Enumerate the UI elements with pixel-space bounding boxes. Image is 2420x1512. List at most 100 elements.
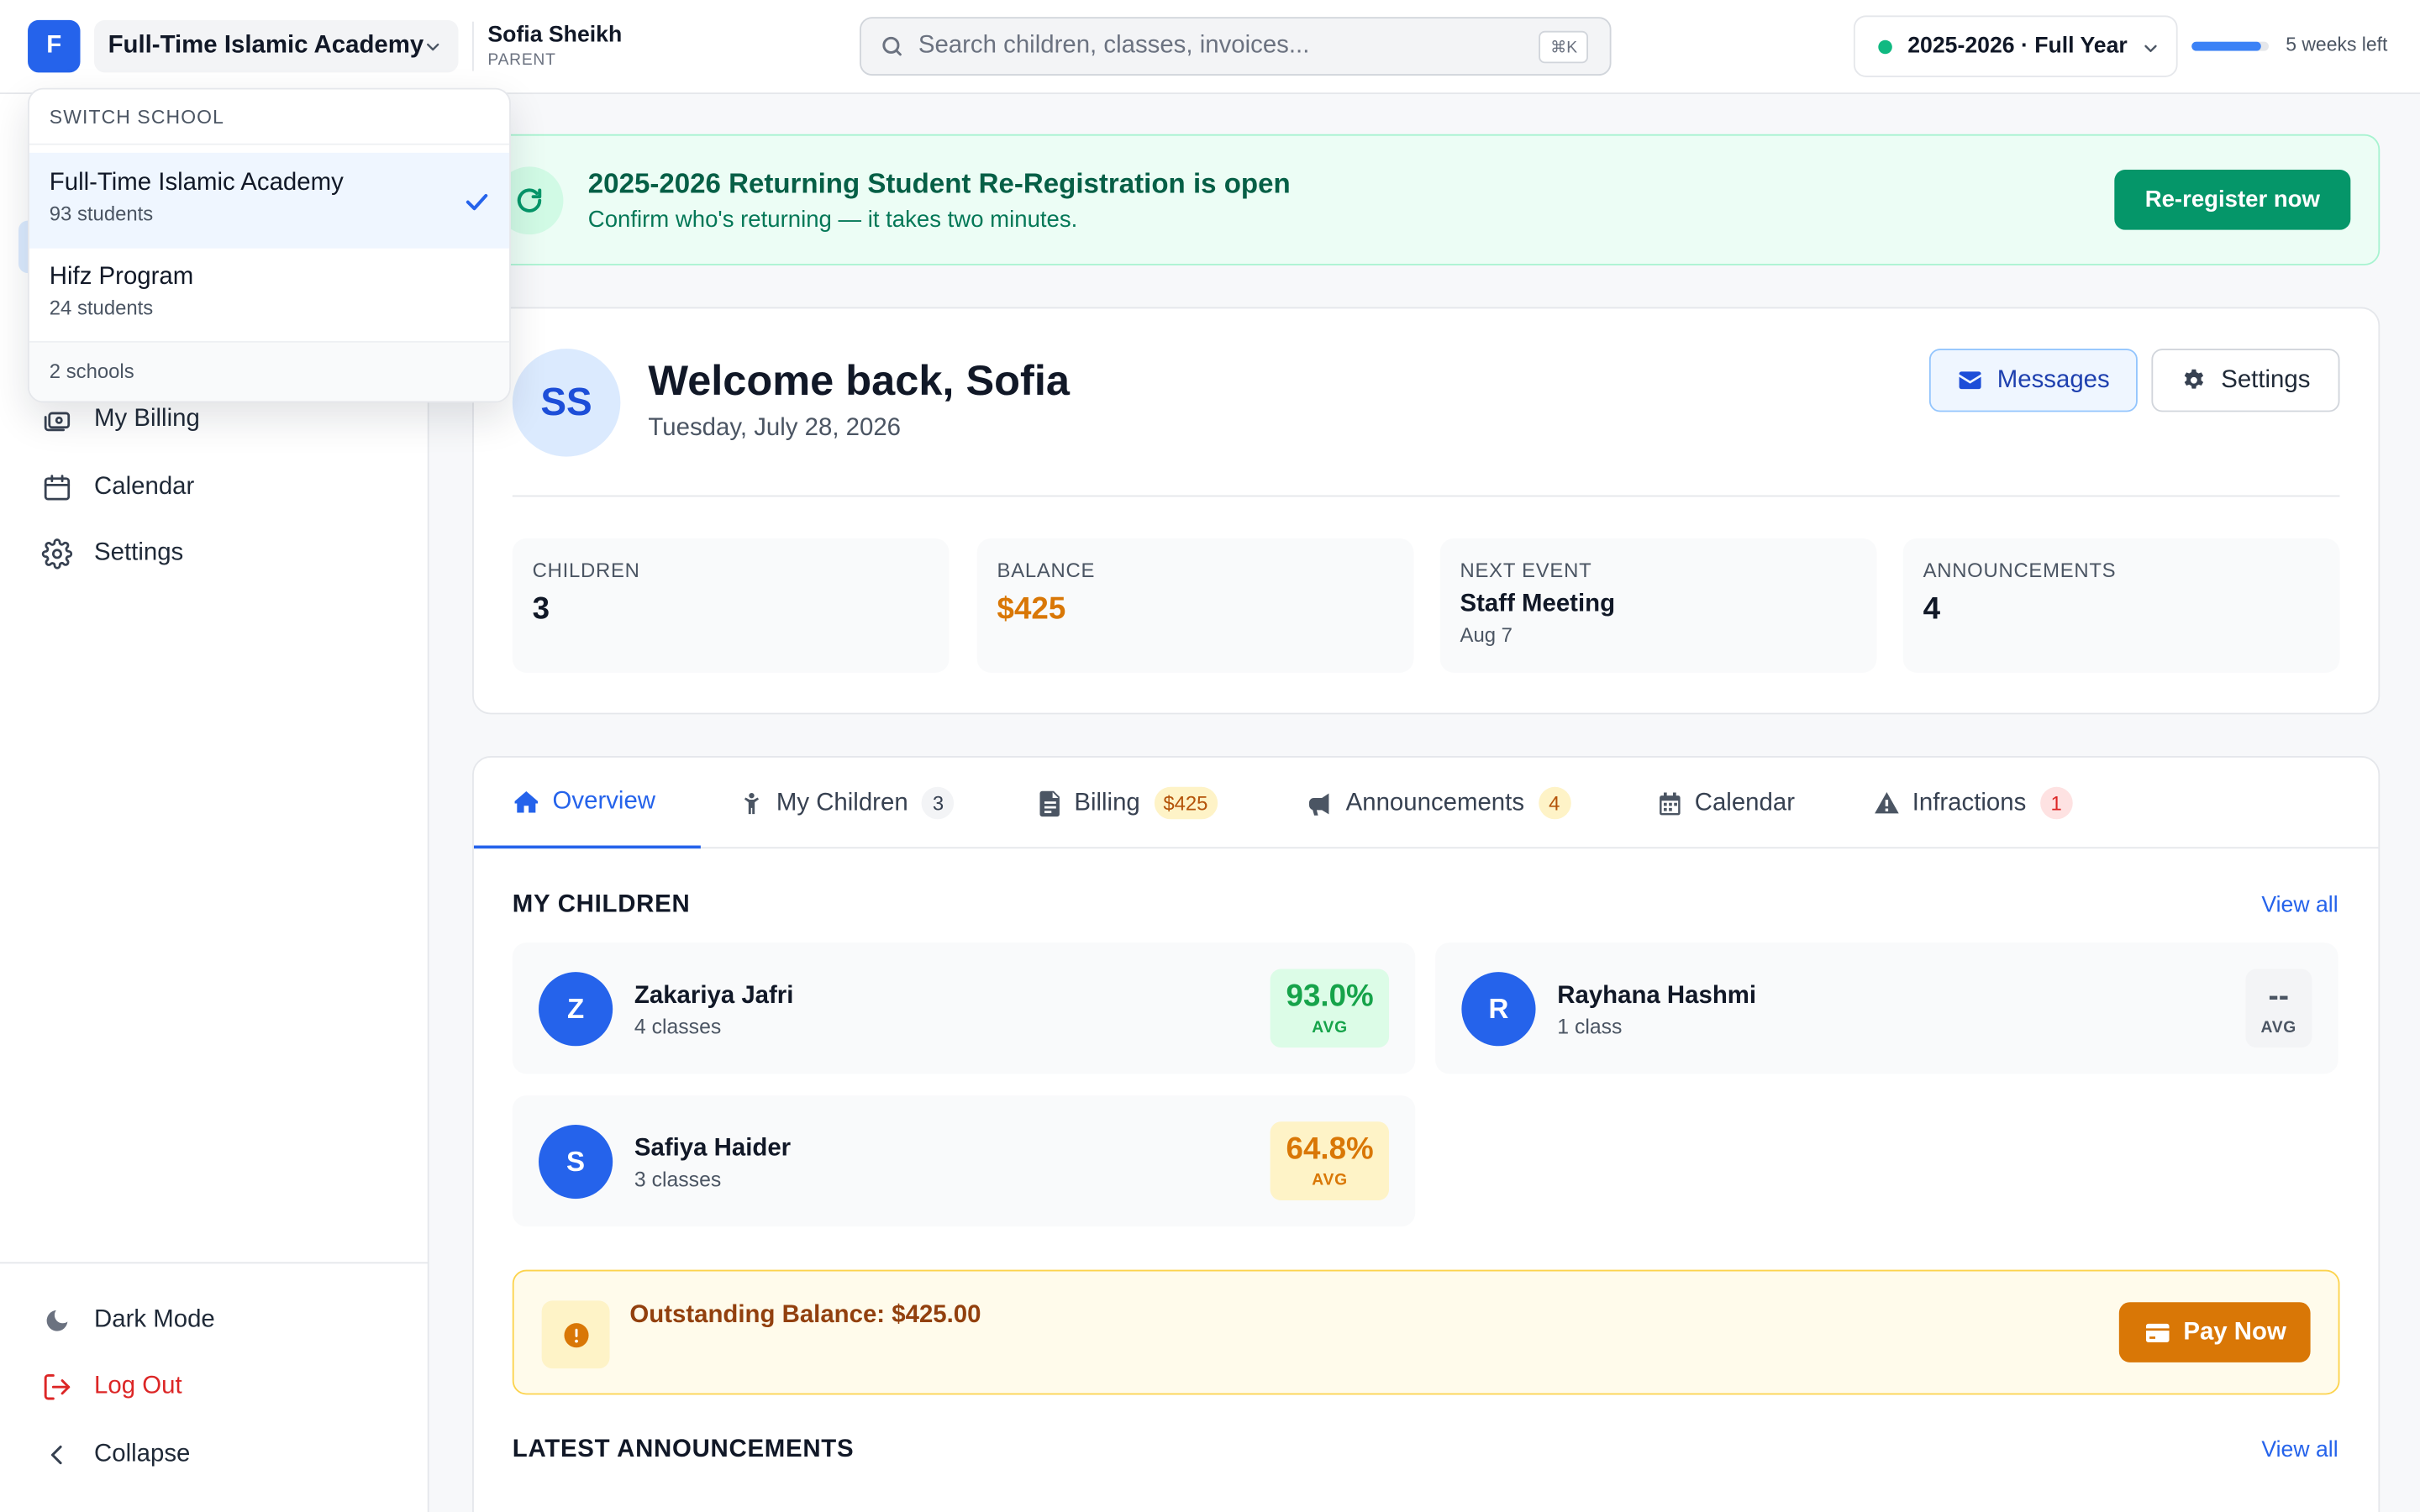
tab-label: My Children xyxy=(776,789,908,816)
user-name: Sofia Sheikh xyxy=(487,23,623,48)
user-role: PARENT xyxy=(487,50,556,70)
current-date: Tuesday, July 28, 2026 xyxy=(648,415,902,442)
average-value: -- xyxy=(2268,979,2289,1014)
tab-infractions[interactable]: Infractions 1 xyxy=(1874,758,2073,848)
view-all-children-link[interactable]: View all xyxy=(2261,893,2338,917)
school-option-count: 93 students xyxy=(49,202,154,226)
chevron-down-icon xyxy=(2144,45,2157,53)
chevron-left-icon xyxy=(42,1440,73,1471)
tab-calendar[interactable]: Calendar xyxy=(1658,758,1795,848)
avatar: R xyxy=(1461,972,1536,1047)
child-icon xyxy=(744,792,760,814)
megaphone-icon xyxy=(1309,792,1329,815)
invoice-icon xyxy=(1039,790,1060,816)
tab-my-children[interactable]: My Children 3 xyxy=(739,758,955,848)
tab-label: Billing xyxy=(1074,789,1140,816)
average-label: AVG xyxy=(2260,1018,2297,1037)
stat-next-event[interactable]: NEXT EVENT Staff Meeting Aug 7 xyxy=(1439,538,1877,673)
menu-heading: SWITCH SCHOOL xyxy=(49,106,225,129)
warning-icon xyxy=(1875,792,1899,814)
stat-label: ANNOUNCEMENTS xyxy=(1923,558,2117,582)
banner-title: 2025-2026 Returning Student Re-Registrat… xyxy=(587,168,1291,199)
view-all-announcements-link[interactable]: View all xyxy=(2261,1438,2338,1462)
logout-icon xyxy=(42,1372,73,1403)
app-root: F Full-Time Islamic Academy Sofia Sheikh… xyxy=(0,0,2420,1512)
welcome-card: SS Welcome back, Sofia Tuesday, July 28,… xyxy=(472,307,2381,715)
average-badge: 93.0% AVG xyxy=(1270,969,1390,1048)
sidebar-item-settings[interactable]: Settings xyxy=(22,523,408,585)
term-progress-fill xyxy=(2191,41,2261,51)
child-card[interactable]: Z Zakariya Jafri 4 classes 93.0% AVG xyxy=(512,942,1416,1074)
section-title-announcements: LATEST ANNOUNCEMENTS xyxy=(512,1436,855,1463)
tab-badge: $425 xyxy=(1154,786,1218,820)
sidebar-item-calendar[interactable]: Calendar xyxy=(22,457,408,518)
messages-button[interactable]: Messages xyxy=(1928,349,2138,412)
average-label: AVG xyxy=(1312,1018,1348,1037)
stat-value: 4 xyxy=(1923,592,1940,627)
tab-label: Infractions xyxy=(1912,789,2027,816)
pay-now-label: Pay Now xyxy=(2183,1318,2286,1345)
stat-label: BALANCE xyxy=(997,558,1096,582)
tab-bar: Overview My Children 3 Billing $425 Anno… xyxy=(473,758,2379,849)
divider xyxy=(0,1262,429,1264)
alert-icon xyxy=(541,1300,610,1369)
dark-mode-toggle[interactable]: Dark Mode xyxy=(22,1290,408,1352)
school-switcher-menu: SWITCH SCHOOL Full-Time Islamic Academy … xyxy=(28,87,511,403)
stat-children[interactable]: CHILDREN 3 xyxy=(512,538,950,673)
school-option-count: 24 students xyxy=(49,296,154,320)
stat-label: NEXT EVENT xyxy=(1460,558,1592,582)
school-name: Full-Time Islamic Academy xyxy=(108,32,424,59)
divider xyxy=(29,143,510,145)
average-value: 64.8% xyxy=(1286,1132,1374,1167)
sidebar-item-label: Settings xyxy=(94,539,184,567)
child-card[interactable]: S Safiya Haider 3 classes 64.8% AVG xyxy=(512,1095,1416,1227)
logout-button[interactable]: Log Out xyxy=(22,1356,408,1417)
school-option[interactable]: Hifz Program 24 students xyxy=(29,247,509,343)
school-logo[interactable]: F xyxy=(28,19,81,73)
settings-label: Settings xyxy=(2221,366,2311,393)
academic-year-selector[interactable]: 2025-2026 · Full Year xyxy=(1853,15,2178,77)
school-option-selected[interactable]: Full-Time Islamic Academy 93 students xyxy=(29,152,510,249)
pay-now-button[interactable]: Pay Now xyxy=(2118,1302,2311,1362)
stat-value: 3 xyxy=(532,592,550,627)
child-card[interactable]: R Rayhana Hashmi 1 class -- AVG xyxy=(1435,942,2338,1074)
search-bar[interactable]: ⌘K xyxy=(860,17,1612,76)
term-progress-bar xyxy=(2191,41,2269,51)
calendar-icon xyxy=(42,472,73,503)
settings-button[interactable]: Settings xyxy=(2151,349,2340,412)
avatar: SS xyxy=(512,349,621,457)
average-badge: 64.8% AVG xyxy=(1270,1121,1390,1200)
status-dot xyxy=(1878,39,1892,54)
child-name: Safiya Haider xyxy=(634,1135,792,1163)
envelope-icon xyxy=(1959,371,1981,390)
tab-overview[interactable]: Overview xyxy=(473,758,701,849)
child-classes: 1 class xyxy=(1557,1015,1623,1039)
search-icon xyxy=(882,36,902,56)
logout-label: Log Out xyxy=(94,1373,182,1399)
child-name: Rayhana Hashmi xyxy=(1557,982,1757,1010)
school-switcher-button[interactable]: Full-Time Islamic Academy xyxy=(94,19,459,73)
average-badge: -- AVG xyxy=(2245,969,2312,1048)
re-registration-banner: 2025-2026 Returning Student Re-Registrat… xyxy=(472,134,2381,265)
avatar: S xyxy=(539,1124,613,1200)
sidebar-item-label: Calendar xyxy=(94,473,195,501)
tab-label: Overview xyxy=(552,787,656,814)
credit-card-icon xyxy=(2145,1322,2169,1342)
tab-label: Calendar xyxy=(1694,789,1796,816)
calendar-icon xyxy=(1660,791,1681,815)
section-title-children: MY CHILDREN xyxy=(512,891,691,918)
search-input[interactable] xyxy=(918,32,1505,60)
stat-announcements[interactable]: ANNOUNCEMENTS 4 xyxy=(1902,538,2340,673)
top-bar: F Full-Time Islamic Academy Sofia Sheikh… xyxy=(0,0,2420,95)
collapse-label: Collapse xyxy=(94,1441,191,1467)
tab-badge: 3 xyxy=(922,786,955,820)
school-option-name: Hifz Program xyxy=(49,264,194,291)
re-register-button[interactable]: Re-register now xyxy=(2114,170,2351,230)
check-icon xyxy=(466,193,488,211)
tab-billing[interactable]: Billing $425 xyxy=(1039,758,1218,848)
tab-announcements[interactable]: Announcements 4 xyxy=(1306,758,1571,848)
collapse-sidebar-button[interactable]: Collapse xyxy=(22,1424,408,1485)
stat-balance[interactable]: BALANCE $425 xyxy=(976,538,1414,673)
tab-label: Announcements xyxy=(1345,789,1525,816)
tab-badge: 4 xyxy=(1538,786,1571,820)
